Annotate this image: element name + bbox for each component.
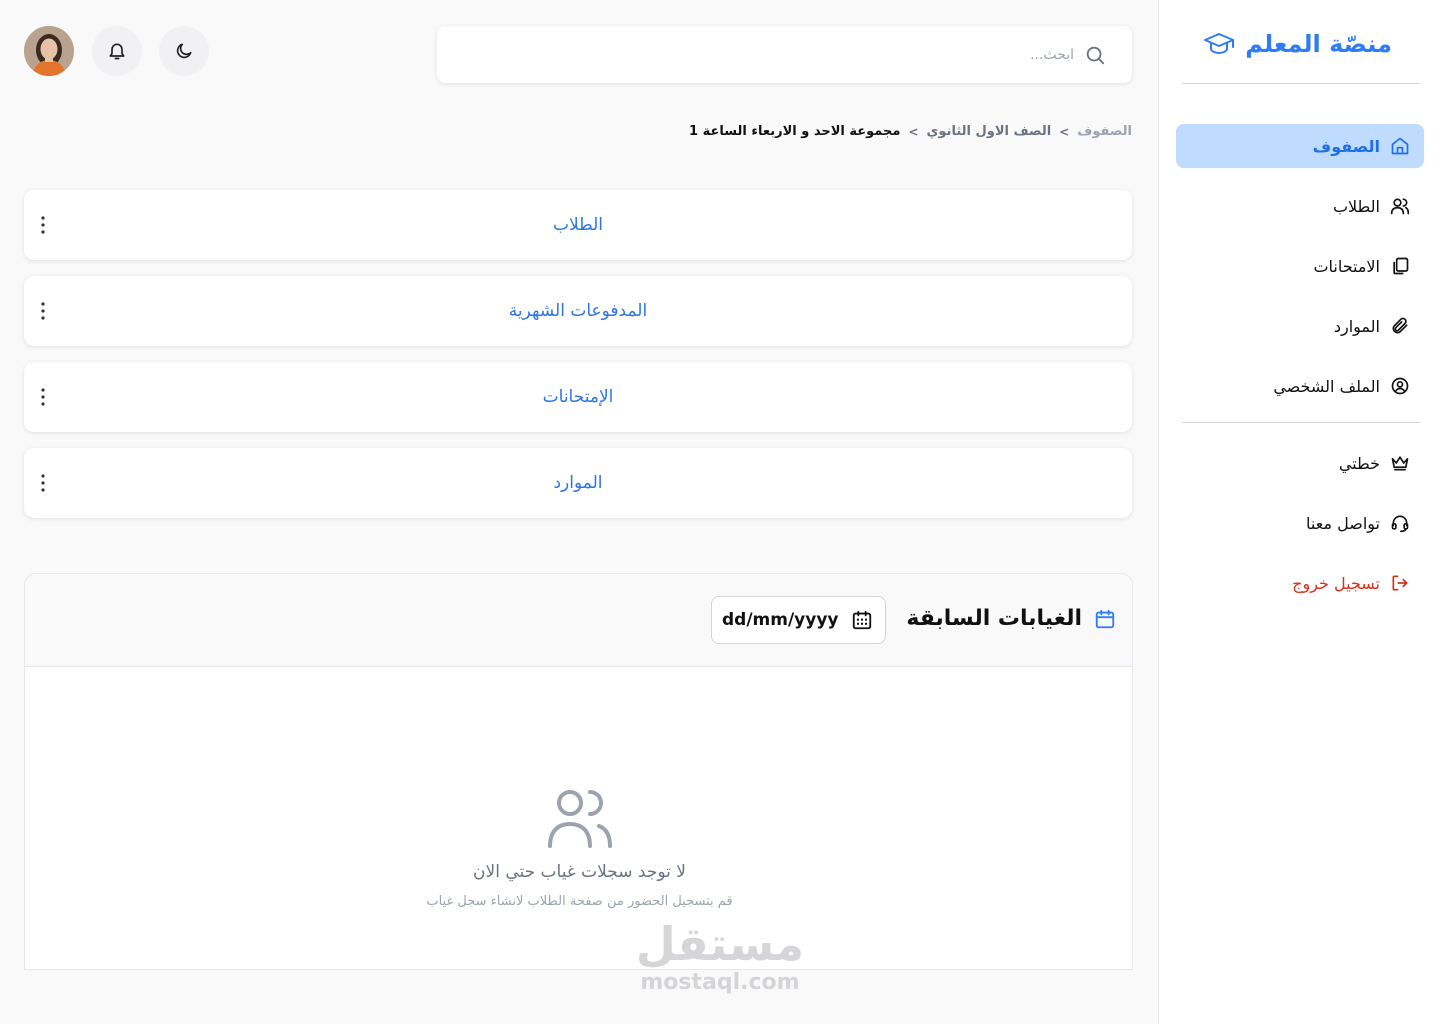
breadcrumb-item-group: مجموعة الاحد و الاربعاء الساعة 1 [689,124,901,139]
sidebar: منصّة المعلم الصفوف الطلاب الامتحانات ال… [1158,0,1440,1024]
empty-state-subtitle: قم بتسجيل الحضور من صفحة الطلاب لانشاء س… [426,894,733,909]
breadcrumb-item-classes[interactable]: الصفوف [1077,124,1132,139]
breadcrumb-separator: > [908,124,919,139]
sidebar-divider [1182,83,1420,84]
sidebar-item-profile[interactable]: الملف الشخصي [1176,364,1424,408]
card-students[interactable]: الطلاب [24,190,1132,260]
sidebar-item-my-plan[interactable]: خطتي [1176,441,1424,485]
card-label: الطلاب [553,215,603,235]
more-options-icon[interactable] [32,382,54,412]
users-icon [1390,196,1410,216]
users-icon [546,786,614,850]
sidebar-item-resources[interactable]: الموارد [1176,304,1424,348]
search-bar[interactable] [437,26,1132,83]
sidebar-item-exams[interactable]: الامتحانات [1176,244,1424,288]
copy-icon [1390,256,1410,276]
graduation-cap-icon [1203,32,1235,56]
empty-state-title: لا توجد سجلات غياب حتي الان [473,862,686,882]
card-label: الموارد [553,473,603,493]
sidebar-item-label: الموارد [1333,316,1380,336]
date-picker-input[interactable]: dd/mm/yyyy [711,596,886,644]
user-circle-icon [1390,376,1410,396]
card-exams[interactable]: الإمتحانات [24,362,1132,432]
sidebar-item-label: الطلاب [1332,196,1380,216]
brand-name: منصّة المعلم [1245,30,1392,58]
absences-panel: الغيابات السابقة dd/mm/yyyy لا توجد سجلا… [24,573,1133,970]
more-options-icon[interactable] [32,296,54,326]
sidebar-item-contact[interactable]: تواصل معنا [1176,501,1424,545]
theme-toggle-button[interactable] [159,26,209,76]
sidebar-item-students[interactable]: الطلاب [1176,184,1424,228]
watermark-arabic: مستقل [635,917,805,971]
card-resources[interactable]: الموارد [24,448,1132,518]
watermark: مستقل mostaql.com [620,918,820,996]
sidebar-item-label: تسجيل خروج [1292,573,1380,593]
card-label: المدفوعات الشهرية [508,301,648,321]
sidebar-item-label: الصفوف [1312,136,1380,156]
sidebar-item-label: الملف الشخصي [1273,376,1380,396]
brand-logo[interactable]: منصّة المعلم [1203,30,1392,58]
absences-title: الغيابات السابقة [906,606,1082,631]
more-options-icon[interactable] [32,210,54,240]
breadcrumb-item-grade[interactable]: الصف الاول الثانوي [927,124,1052,139]
absences-panel-header: الغيابات السابقة dd/mm/yyyy [25,574,1132,667]
breadcrumb-separator: > [1059,124,1070,139]
calendar-icon [1094,608,1116,630]
card-label: الإمتحانات [542,387,614,407]
sidebar-item-classes[interactable]: الصفوف [1176,124,1424,168]
breadcrumb: الصفوف > الصف الاول الثانوي > مجموعة الا… [689,124,1132,139]
search-input[interactable] [514,46,1074,63]
sidebar-item-logout[interactable]: تسجيل خروج [1176,561,1424,605]
sidebar-item-label: الامتحانات [1313,256,1380,276]
sidebar-item-label: خطتي [1338,453,1380,473]
empty-state: لا توجد سجلات غياب حتي الان قم بتسجيل ال… [25,786,1132,909]
date-placeholder: dd/mm/yyyy [722,610,839,630]
watermark-domain: mostaql.com [640,970,800,995]
sidebar-item-label: تواصل معنا [1306,513,1380,533]
card-monthly-payments[interactable]: المدفوعات الشهرية [24,276,1132,346]
headset-icon [1390,513,1410,533]
absences-title-group: الغيابات السابقة [906,606,1116,631]
logout-icon [1390,573,1410,593]
notifications-button[interactable] [92,26,142,76]
search-icon [1084,44,1106,66]
paperclip-icon [1390,316,1410,336]
home-icon [1390,136,1410,156]
moon-icon [174,41,194,61]
calendar-grid-icon[interactable] [851,609,873,631]
more-options-icon[interactable] [32,468,54,498]
bell-icon [107,41,127,61]
crown-icon [1390,453,1410,473]
sidebar-divider [1182,422,1420,423]
avatar[interactable] [24,26,74,76]
